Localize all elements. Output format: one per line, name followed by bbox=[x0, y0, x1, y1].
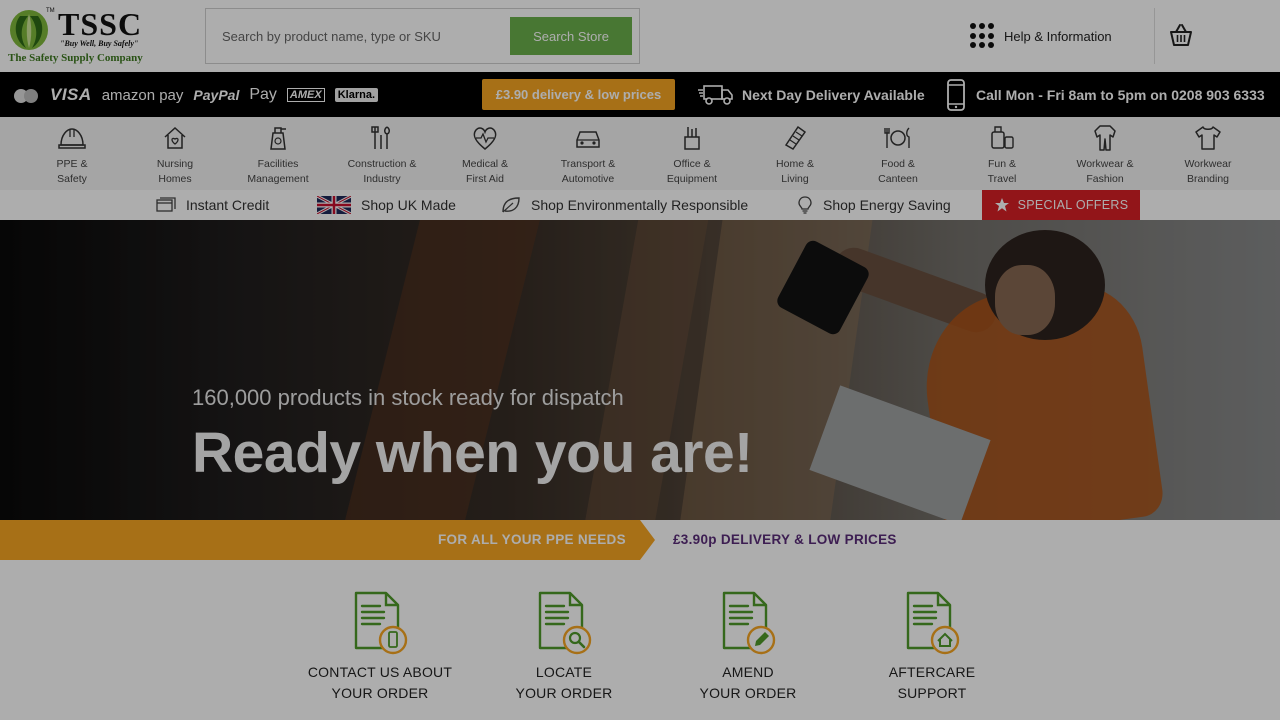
visa-icon: VISA bbox=[50, 85, 92, 104]
stationery-icon bbox=[684, 127, 700, 150]
hero-title: Ready when you are! bbox=[192, 421, 753, 485]
category-transport-automotive[interactable]: Transport & Automotive bbox=[538, 121, 638, 187]
category-facilities-management[interactable]: Facilities Management bbox=[228, 121, 328, 187]
luggage-icon bbox=[991, 126, 1014, 149]
shop-eco-link[interactable]: Shop Environmentally Responsible bbox=[501, 195, 748, 215]
special-offers-button[interactable]: SPECIAL OFFERS bbox=[982, 190, 1140, 220]
tools-icon bbox=[371, 126, 390, 149]
spray-bottle-icon bbox=[270, 127, 286, 150]
mastercard-icon bbox=[14, 87, 40, 103]
logo-brand: TSSC bbox=[58, 6, 143, 42]
amend-order-tile[interactable]: AMEND YOUR ORDER bbox=[658, 590, 838, 704]
logo-company-name: The Safety Supply Company bbox=[8, 52, 143, 64]
secondary-nav: Instant Credit Shop UK Made Shop Environ… bbox=[0, 190, 1280, 220]
grid-dots-icon bbox=[970, 23, 996, 49]
delivery-truck-icon bbox=[698, 85, 733, 105]
next-day-delivery: Next Day Delivery Available bbox=[698, 82, 925, 108]
locate-order-tile[interactable]: LOCATE YOUR ORDER bbox=[474, 590, 654, 704]
union-jack-icon bbox=[317, 196, 351, 214]
category-construction-industry[interactable]: Construction & Industry bbox=[332, 121, 432, 187]
search-store-button[interactable]: Search Store bbox=[510, 17, 632, 55]
document-home-icon bbox=[906, 591, 960, 655]
category-nav: PPE & Safety Nursing Homes Facilities Ma… bbox=[0, 117, 1280, 190]
category-ppe-safety[interactable]: PPE & Safety bbox=[22, 121, 122, 187]
apple-pay-icon: Pay bbox=[249, 86, 277, 103]
promo-bar: FOR ALL YOUR PPE NEEDS £3.90p DELIVERY &… bbox=[0, 520, 1280, 560]
help-information-link[interactable]: Help & Information bbox=[970, 22, 1112, 50]
care-home-icon bbox=[164, 126, 186, 149]
order-services: CONTACT US ABOUT YOUR ORDER LOCATE YOUR … bbox=[0, 560, 1280, 720]
tshirt-icon bbox=[1195, 126, 1221, 150]
instant-credit-link[interactable]: Instant Credit bbox=[156, 195, 269, 215]
hero-subtitle: 160,000 products in stock ready for disp… bbox=[192, 385, 624, 410]
promo-delivery-text[interactable]: £3.90p DELIVERY & LOW PRICES bbox=[673, 532, 897, 547]
contact-order-tile[interactable]: CONTACT US ABOUT YOUR ORDER bbox=[290, 590, 470, 704]
delivery-price-badge[interactable]: £3.90 delivery & low prices bbox=[482, 79, 675, 110]
document-search-icon bbox=[538, 591, 592, 655]
mobile-phone-icon bbox=[947, 79, 965, 111]
category-fun-travel[interactable]: Fun & Travel bbox=[952, 121, 1052, 187]
logo-trademark: TM bbox=[46, 8, 55, 14]
credit-card-icon bbox=[156, 197, 176, 212]
aftercare-support-tile[interactable]: AFTERCARE SUPPORT bbox=[842, 590, 1022, 704]
site-header: TM TSSC "Buy Well, Buy Safely" The Safet… bbox=[0, 0, 1280, 72]
category-nursing-homes[interactable]: Nursing Homes bbox=[125, 121, 225, 187]
amazon-pay-icon: amazon pay bbox=[101, 86, 184, 104]
klarna-icon: Klarna. bbox=[334, 88, 378, 102]
paypal-icon: PayPal bbox=[193, 87, 240, 103]
category-workwear-branding[interactable]: Workwear Branding bbox=[1158, 121, 1258, 187]
leaf-icon bbox=[502, 197, 520, 213]
cutlery-icon bbox=[884, 127, 910, 148]
payment-methods: VISA amazon pay PayPal Pay AMEX Klarna. bbox=[14, 84, 388, 106]
logo-tagline: "Buy Well, Buy Safely" bbox=[60, 39, 139, 48]
amex-icon: AMEX bbox=[286, 88, 325, 102]
category-home-living[interactable]: Home & Living bbox=[745, 121, 845, 187]
hero-banner[interactable]: 160,000 products in stock ready for disp… bbox=[0, 220, 1280, 520]
basket-icon[interactable] bbox=[1168, 22, 1194, 48]
document-edit-icon bbox=[722, 591, 776, 655]
overalls-icon bbox=[1094, 125, 1116, 151]
home-living-icon bbox=[784, 125, 807, 150]
call-label: Call Mon - Fri 8am to 5pm on 0208 903 63… bbox=[976, 87, 1265, 103]
search-input[interactable] bbox=[214, 19, 504, 53]
shop-uk-made-link[interactable]: Shop UK Made bbox=[317, 195, 456, 215]
category-medical-first-aid[interactable]: Medical & First Aid bbox=[435, 121, 535, 187]
category-food-canteen[interactable]: Food & Canteen bbox=[848, 121, 948, 187]
leaf-logo-icon bbox=[10, 10, 48, 50]
shop-energy-saving-link[interactable]: Shop Energy Saving bbox=[797, 195, 951, 215]
document-phone-icon bbox=[354, 591, 408, 655]
tssc-logo[interactable]: TM TSSC "Buy Well, Buy Safely" The Safet… bbox=[6, 6, 146, 66]
lightbulb-icon bbox=[798, 196, 812, 214]
help-information-label: Help & Information bbox=[1004, 28, 1112, 44]
promo-ppe-text[interactable]: FOR ALL YOUR PPE NEEDS bbox=[438, 532, 626, 547]
header-divider bbox=[1154, 8, 1155, 64]
category-workwear-fashion[interactable]: Workwear & Fashion bbox=[1055, 121, 1155, 187]
next-day-delivery-label: Next Day Delivery Available bbox=[742, 87, 925, 103]
search-bar: Search Store bbox=[205, 8, 640, 64]
call-info[interactable]: Call Mon - Fri 8am to 5pm on 0208 903 63… bbox=[946, 78, 1265, 112]
star-icon bbox=[994, 198, 1009, 212]
hard-hat-icon bbox=[58, 128, 86, 149]
heartbeat-icon bbox=[473, 127, 497, 150]
car-icon bbox=[576, 131, 600, 148]
category-office-equipment[interactable]: Office & Equipment bbox=[642, 121, 742, 187]
info-bar: VISA amazon pay PayPal Pay AMEX Klarna. … bbox=[0, 72, 1280, 117]
